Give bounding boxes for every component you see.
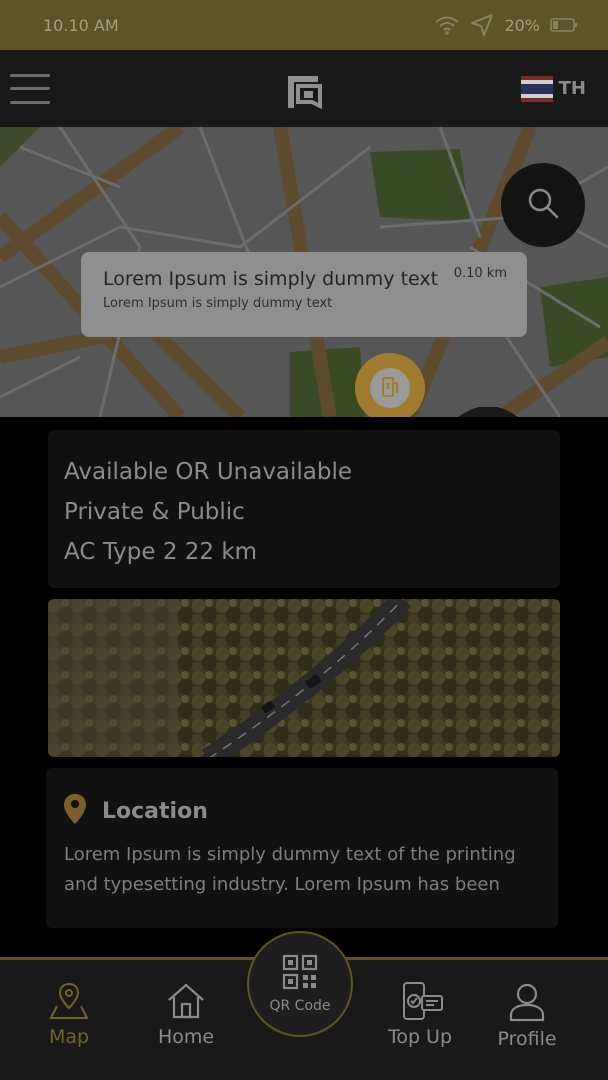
location-pin-icon xyxy=(64,794,86,828)
location-arrow-icon xyxy=(470,13,494,37)
station-card-title: Lorem Ipsum is simply dummy text xyxy=(103,268,439,290)
menu-bar xyxy=(10,73,50,77)
menu-bar xyxy=(10,100,50,104)
nav-map[interactable]: Map xyxy=(19,982,119,1048)
station-photo xyxy=(48,599,560,757)
availability-text: Available OR Unavailable xyxy=(64,459,353,485)
location-heading: Location xyxy=(102,798,208,824)
nav-profile[interactable]: Profile xyxy=(477,982,577,1050)
status-bar: 10.10 AM 20% xyxy=(0,0,608,50)
qr-code-label: QR Code xyxy=(269,998,331,1014)
nav-map-label: Map xyxy=(48,1026,90,1048)
battery-percent: 20% xyxy=(504,15,540,35)
brand-logo-icon xyxy=(284,72,324,116)
qr-code-icon xyxy=(282,954,318,994)
profile-icon xyxy=(507,982,547,1026)
app-header: TH xyxy=(0,50,608,127)
location-card: Location Lorem Ipsum is simply dummy tex… xyxy=(46,768,558,928)
nav-topup[interactable]: Top Up xyxy=(370,982,470,1048)
nav-home-label: Home xyxy=(157,1026,215,1048)
access-text: Private & Public xyxy=(64,499,245,525)
language-code: TH xyxy=(558,78,586,99)
nav-home[interactable]: Home xyxy=(136,982,236,1048)
charger-type-text: AC Type 2 22 km xyxy=(64,539,258,565)
search-button[interactable] xyxy=(501,163,585,247)
qr-code-button[interactable]: QR Code xyxy=(247,931,353,1037)
language-selector[interactable]: TH xyxy=(520,75,586,102)
menu-bar xyxy=(10,87,50,90)
location-description-line: and typesetting industry. Lorem Ipsum ha… xyxy=(64,874,500,895)
battery-icon xyxy=(550,17,578,33)
menu-button[interactable] xyxy=(10,73,50,104)
status-time: 10.10 AM xyxy=(43,15,119,35)
nav-profile-label: Profile xyxy=(497,1028,557,1050)
nav-topup-label: Top Up xyxy=(387,1026,453,1048)
map-icon xyxy=(49,982,89,1024)
station-info-card[interactable]: Lorem Ipsum is simply dummy text Lorem I… xyxy=(81,252,527,337)
station-card-distance: 0.10 km xyxy=(453,266,507,281)
station-card-subtitle: Lorem Ipsum is simply dummy text xyxy=(103,296,333,311)
location-description-line: Lorem Ipsum is simply dummy text of the … xyxy=(64,844,516,865)
thai-flag-icon xyxy=(520,75,553,102)
charger-details-card: Available OR Unavailable Private & Publi… xyxy=(48,430,560,588)
wifi-icon xyxy=(434,14,460,36)
status-indicators: 20% xyxy=(434,13,578,37)
topup-icon xyxy=(396,982,444,1024)
home-icon xyxy=(166,982,206,1024)
search-icon xyxy=(526,186,560,224)
